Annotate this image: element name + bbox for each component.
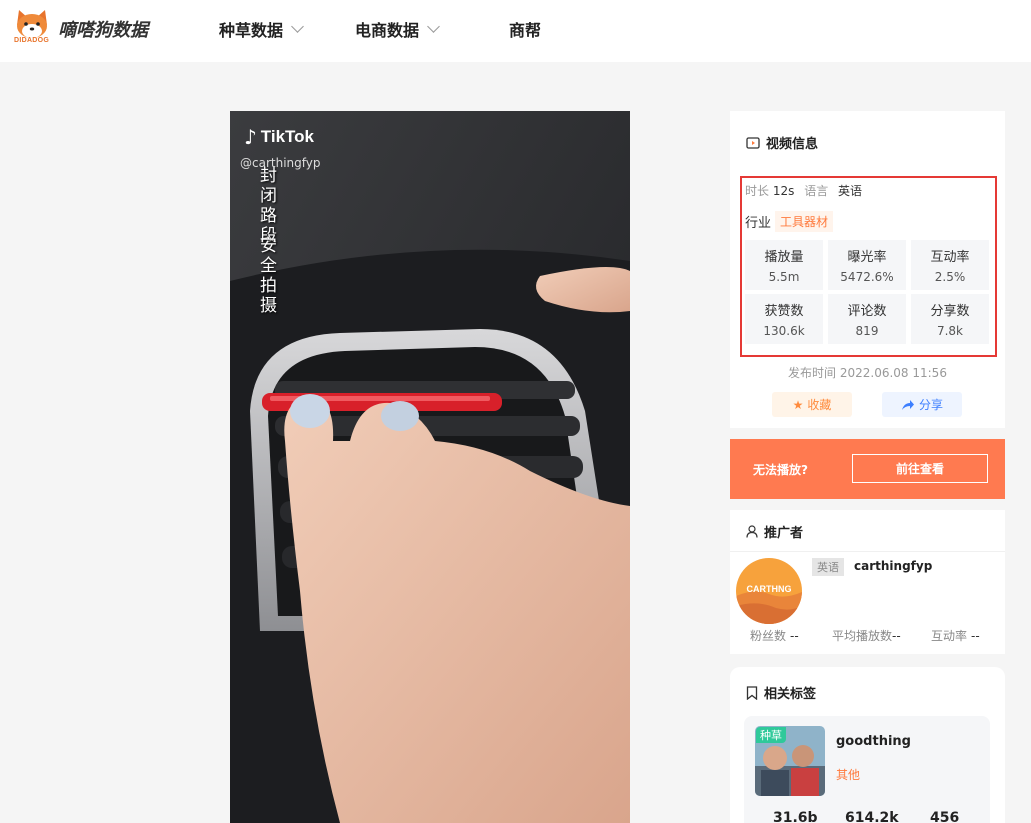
stat-label: 播放量 — [764, 250, 804, 265]
cant-play-bar: 无法播放? 前往查看 — [730, 439, 1005, 499]
stat-plays: 播放量 5.5m — [745, 240, 823, 290]
nav-item-label: 电商数据 — [355, 21, 420, 40]
video-player[interactable]: ♪ TikTok @carthingfyp 封闭路段 安全拍摄 — [230, 111, 630, 823]
bookmark-icon — [746, 685, 758, 700]
industry-tag[interactable]: 工具器材 — [775, 211, 834, 232]
nav-item-seeding-data[interactable]: 种草数据 — [219, 17, 304, 41]
promoter-followers: 粉丝数 -- — [750, 627, 799, 644]
video-icon — [746, 136, 760, 149]
avatar[interactable]: CARTHNG — [736, 558, 802, 624]
stat-value: 819 — [855, 324, 879, 338]
publish-time: 发布时间 2022.06.08 11:56 — [788, 366, 947, 380]
promoter-name[interactable]: carthingfyp — [854, 559, 932, 573]
pstat-label: 互动率 — [931, 629, 968, 643]
share-label: 分享 — [918, 398, 943, 412]
promoter-language-badge: 英语 — [812, 558, 844, 576]
tiktok-note-icon: ♪ — [244, 125, 257, 149]
stat-value: 2.5% — [934, 270, 966, 284]
pstat-label: 粉丝数 — [750, 629, 787, 643]
top-header: DIDADOG 嘀嗒狗数据 种草数据 电商数据 商帮 — [0, 0, 1031, 62]
divider — [730, 551, 1005, 552]
star-icon: ★ — [792, 397, 804, 412]
related-tags-title: 相关标签 — [746, 683, 816, 702]
person-icon — [746, 525, 758, 538]
industry-row: 行业 工具器材 — [745, 211, 834, 232]
tag-category: 其他 — [836, 768, 861, 782]
pstat-value: -- — [892, 629, 901, 643]
stat-value: 7.8k — [936, 324, 964, 338]
tiktok-logo-text: TikTok — [260, 127, 314, 146]
nav-item-label: 商帮 — [509, 21, 542, 40]
duration-value: 12s — [772, 184, 795, 198]
related-tags-title-text: 相关标签 — [764, 687, 817, 702]
pstat-value: -- — [971, 629, 980, 643]
watermark-username: @carthingfyp — [240, 156, 321, 170]
tiktok-watermark: ♪ TikTok — [244, 125, 314, 149]
share-button[interactable]: 分享 — [882, 392, 962, 417]
tag-stat: 31.6b — [773, 810, 818, 823]
stat-label: 评论数 — [847, 304, 887, 319]
nav-item-ecommerce-data[interactable]: 电商数据 — [355, 17, 440, 41]
stat-comments: 评论数 819 — [828, 294, 906, 344]
stat-exposure-rate: 曝光率 5472.6% — [828, 240, 906, 290]
caption-column-1: 封闭路段 — [260, 166, 277, 246]
tag-stat: 456 — [930, 810, 960, 823]
meta-duration: 时长 12s 语言 英语 — [745, 182, 862, 199]
share-arrow-icon — [901, 399, 914, 410]
video-info-title-text: 视频信息 — [766, 137, 819, 152]
nav-item-label: 种草数据 — [219, 21, 284, 40]
stat-interaction-rate: 互动率 2.5% — [911, 240, 989, 290]
language-value: 英语 — [838, 184, 863, 198]
pstat-value: -- — [790, 629, 799, 643]
pstat-label: 平均播放数 — [832, 629, 893, 643]
nav-item-shangbang[interactable]: 商帮 — [509, 17, 541, 41]
stat-label: 获赞数 — [764, 304, 804, 319]
stat-value: 5.5m — [768, 270, 800, 284]
caption-column-2: 安全拍摄 — [260, 236, 277, 316]
cant-play-text: 无法播放? — [753, 463, 808, 477]
video-info-title: 视频信息 — [746, 133, 818, 152]
promoter-avg-plays: 平均播放数-- — [832, 627, 901, 644]
video-frame-image — [230, 111, 630, 823]
language-label: 语言 — [804, 184, 829, 198]
brand-sub: DIDADOG — [14, 37, 50, 44]
stat-likes: 获赞数 130.6k — [745, 294, 823, 344]
seeding-badge: 种草 — [756, 727, 786, 743]
stat-label: 分享数 — [930, 304, 970, 319]
duration-label: 时长 — [745, 184, 770, 198]
promoter-interaction-rate: 互动率 -- — [931, 627, 980, 644]
brand-name: 嘀嗒狗数据 — [58, 20, 148, 41]
avatar-text: CARTHNG — [746, 584, 792, 594]
stat-label: 曝光率 — [847, 250, 887, 265]
go-view-button[interactable]: 前往查看 — [852, 454, 988, 483]
chevron-down-icon — [291, 20, 304, 33]
industry-label: 行业 — [745, 216, 772, 231]
promoter-title-text: 推广者 — [764, 526, 804, 541]
promoter-title: 推广者 — [746, 522, 803, 541]
stat-label: 互动率 — [930, 250, 970, 265]
stat-value: 5472.6% — [840, 270, 894, 284]
chevron-down-icon — [427, 20, 440, 33]
favorite-label: 收藏 — [807, 398, 832, 412]
tag-name[interactable]: goodthing — [836, 734, 911, 749]
stat-value: 130.6k — [763, 324, 805, 338]
favorite-button[interactable]: ★ 收藏 — [772, 392, 852, 417]
stat-shares: 分享数 7.8k — [911, 294, 989, 344]
tag-stat: 614.2k — [845, 810, 899, 823]
